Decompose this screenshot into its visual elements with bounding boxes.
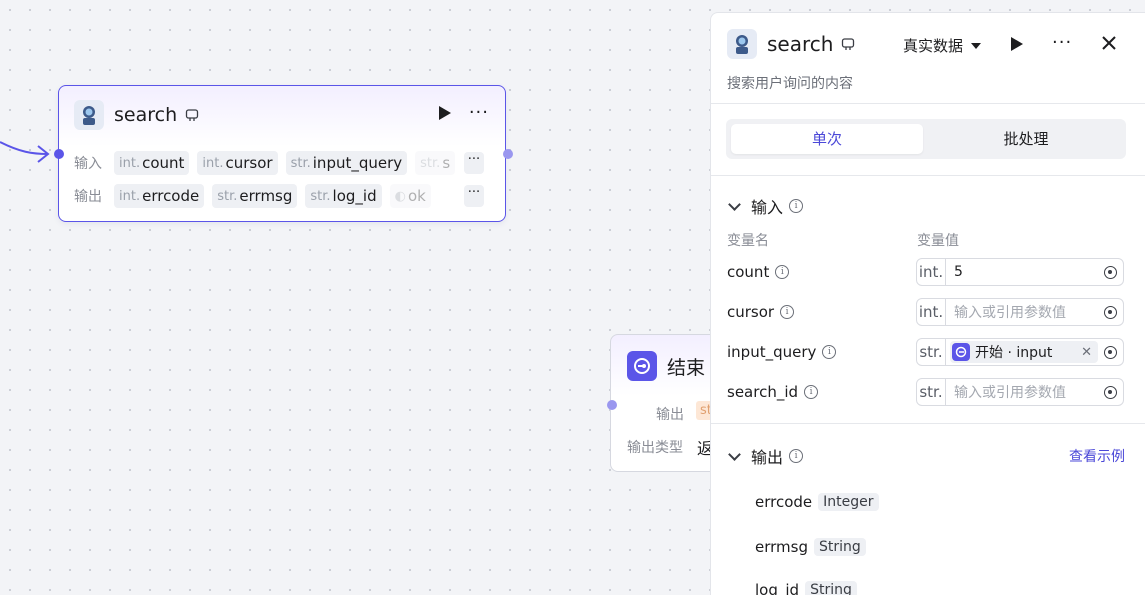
start-node-icon	[952, 343, 970, 361]
param-placeholder[interactable]: 输入或引用参数值	[954, 302, 1104, 322]
param-placeholder[interactable]: 输入或引用参数值	[954, 382, 1104, 402]
panel-description: 搜索用户询问的内容	[727, 76, 853, 92]
info-icon: i	[789, 199, 804, 213]
param-field-count[interactable]: int. 5	[916, 258, 1124, 286]
chevron-down-icon	[971, 42, 982, 49]
param-label: input_query i	[727, 343, 837, 361]
info-icon: i	[804, 385, 819, 399]
plugin-icon	[842, 38, 855, 50]
param-label: count i	[727, 263, 790, 281]
output-port[interactable]	[503, 149, 513, 159]
col-var-name: 变量名	[727, 233, 769, 249]
robot-avatar-icon	[74, 100, 104, 130]
chevron-down-icon	[728, 447, 741, 461]
param-label: search_id i	[727, 383, 819, 401]
input-tag: str. s	[415, 151, 456, 175]
info-icon: i	[789, 449, 804, 463]
node-title: search	[114, 104, 178, 126]
reference-label: 开始 · input	[975, 345, 1053, 361]
reference-target-icon[interactable]	[1104, 385, 1117, 399]
input-tag: str. input_query	[285, 151, 408, 175]
end-node-icon	[627, 351, 657, 381]
chevron-down-icon	[728, 197, 741, 211]
end-input-port[interactable]	[607, 400, 617, 410]
run-node-icon[interactable]	[438, 106, 451, 120]
output-item: log_id String	[755, 581, 857, 595]
node-input-row: 输入 int. count int. cursor str. input_query …	[74, 151, 463, 175]
reference-target-icon[interactable]	[1104, 305, 1117, 319]
info-icon: i	[780, 305, 795, 319]
view-example-link[interactable]: 查看示例	[1069, 446, 1125, 466]
reference-target-icon[interactable]	[1104, 345, 1117, 359]
output-tag: str. log_id	[305, 184, 382, 208]
type-tag: String	[805, 581, 857, 595]
search-node[interactable]: search ··· 输入 int. count int. cursor str. i…	[58, 85, 506, 222]
end-output-type-label: 输出类型	[627, 440, 683, 456]
output-section-title: 输出	[751, 448, 784, 467]
panel-title: search	[767, 32, 834, 56]
param-label: cursor i	[727, 303, 795, 321]
reference-chip[interactable]: 开始 · input ✕	[950, 341, 1098, 363]
mode-switch: 单次 批处理	[726, 119, 1126, 159]
tab-single[interactable]: 单次	[731, 124, 923, 154]
type-label: str.	[917, 379, 946, 405]
output-item: errcode Integer	[755, 493, 879, 511]
reference-target-icon[interactable]	[1104, 265, 1117, 279]
info-icon: i	[822, 345, 837, 359]
type-label: str.	[917, 339, 946, 365]
col-var-value: 变量值	[917, 233, 959, 249]
toggle-icon: ◐	[394, 188, 406, 204]
type-label: int.	[917, 259, 946, 285]
node-output-row: 输出 int. errcode str. errmsg str. log_id ◐ ok	[74, 184, 439, 208]
output-item: errmsg String	[755, 538, 866, 556]
output-tag: int. errcode	[114, 184, 205, 208]
input-port[interactable]	[54, 149, 64, 159]
param-field-search-id[interactable]: str. 输入或引用参数值	[916, 378, 1124, 406]
input-section-header[interactable]: 输入 i	[727, 194, 804, 218]
more-options-icon[interactable]: ···	[1052, 34, 1072, 52]
data-source-label: 真实数据	[903, 37, 964, 55]
run-icon[interactable]	[1011, 37, 1023, 51]
plugin-icon	[185, 109, 199, 121]
input-section-title: 输入	[751, 198, 784, 217]
tab-batch[interactable]: 批处理	[931, 124, 1121, 154]
param-value[interactable]: 5	[954, 264, 1104, 280]
remove-reference-icon[interactable]: ✕	[1081, 345, 1092, 360]
end-output-label: 输出	[656, 407, 684, 423]
search-node-header: search	[74, 100, 199, 130]
robot-avatar-icon	[727, 29, 757, 59]
output-label: 输出	[74, 189, 102, 205]
type-label: int.	[917, 299, 946, 325]
type-tag: Integer	[818, 493, 879, 511]
input-tag: int. count	[114, 151, 190, 175]
type-tag: String	[813, 538, 866, 556]
close-icon[interactable]	[1101, 35, 1117, 51]
output-more-icon[interactable]: ···	[464, 185, 484, 207]
param-field-cursor[interactable]: int. 输入或引用参数值	[916, 298, 1124, 326]
param-field-input-query[interactable]: str. 开始 · input ✕	[916, 338, 1124, 366]
data-source-dropdown[interactable]: 真实数据	[903, 35, 982, 56]
input-tag: int. cursor	[197, 151, 278, 175]
output-section-header[interactable]: 输出 i	[727, 444, 804, 468]
output-tag: str. errmsg	[212, 184, 298, 208]
input-more-icon[interactable]: ···	[464, 152, 484, 174]
end-node-title: 结束	[667, 356, 706, 379]
output-tag: ◐ ok	[389, 184, 431, 208]
node-detail-panel: search 真实数据 ··· 搜索用户询问的内容 单次 批处理 输入 i 变量…	[710, 12, 1145, 595]
input-label: 输入	[74, 156, 102, 172]
info-icon: i	[775, 265, 790, 279]
more-options-icon[interactable]: ···	[469, 104, 489, 122]
